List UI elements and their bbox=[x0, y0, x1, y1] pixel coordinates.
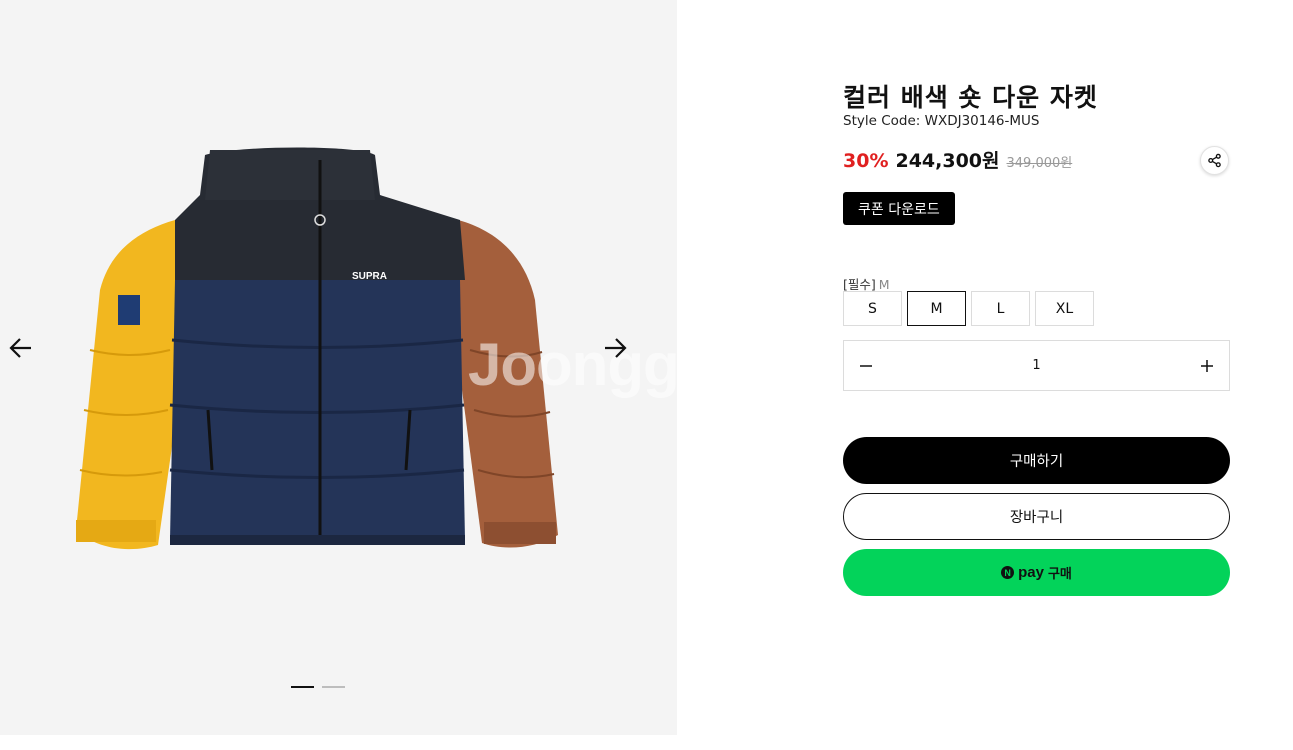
quantity-stepper: 1 bbox=[843, 340, 1230, 391]
quantity-decrease-button[interactable] bbox=[844, 341, 888, 390]
naver-pay-button[interactable]: N pay 구매 bbox=[843, 549, 1230, 596]
share-button[interactable] bbox=[1200, 146, 1229, 175]
arrow-left-icon[interactable] bbox=[7, 334, 35, 362]
size-option-m[interactable]: M bbox=[907, 291, 966, 326]
product-gallery: SUPRA Joongg bbox=[0, 0, 677, 735]
npay-word: pay bbox=[1018, 564, 1044, 581]
size-options: S M L XL bbox=[843, 291, 1094, 326]
size-option-s[interactable]: S bbox=[843, 291, 902, 326]
quantity-increase-button[interactable] bbox=[1185, 341, 1229, 390]
sale-price: 244,300원 bbox=[895, 150, 1000, 172]
product-title: 컬러 배색 숏 다운 자켓 bbox=[843, 83, 1098, 112]
selected-size-text: M bbox=[878, 277, 890, 292]
npay-buy-label: 구매 bbox=[1047, 567, 1072, 582]
price-row: 30% 244,300원 349,000원 bbox=[843, 146, 1072, 173]
buy-now-button[interactable]: 구매하기 bbox=[843, 437, 1230, 484]
original-price: 349,000원 bbox=[1006, 156, 1073, 171]
coupon-download-button[interactable]: 쿠폰 다운로드 bbox=[843, 192, 955, 225]
add-to-cart-button[interactable]: 장바구니 bbox=[843, 493, 1230, 540]
watermark: Joongg bbox=[468, 331, 677, 398]
style-code: Style Code: WXDJ30146-MUS bbox=[843, 113, 1040, 129]
plus-icon bbox=[1201, 359, 1213, 372]
slide-dot-1[interactable] bbox=[291, 686, 314, 688]
size-option-xl[interactable]: XL bbox=[1035, 291, 1094, 326]
npay-logo-icon: N bbox=[1001, 566, 1015, 579]
slide-indicators bbox=[291, 686, 345, 688]
discount-rate: 30% bbox=[843, 150, 889, 172]
jacket-logo: SUPRA bbox=[352, 271, 387, 282]
quantity-value[interactable]: 1 bbox=[888, 341, 1185, 390]
minus-icon bbox=[860, 364, 872, 367]
size-option-l[interactable]: L bbox=[971, 291, 1030, 326]
arrow-right-icon[interactable] bbox=[601, 334, 629, 362]
share-icon bbox=[1208, 153, 1221, 168]
required-tag: [필수] bbox=[843, 277, 876, 292]
slide-dot-2[interactable] bbox=[322, 686, 345, 688]
